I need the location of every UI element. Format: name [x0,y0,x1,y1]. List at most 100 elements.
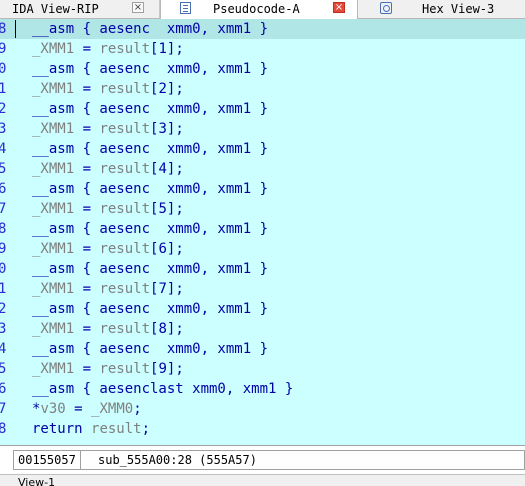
code-variable[interactable]: _XMM1 [32,81,74,97]
code-text: _XMM1 = result[4]; [32,159,184,179]
pseudocode-view[interactable]: 8 __asm { aesenc xmm0, xmm1 } 9 _XMM1 = res… [0,19,525,445]
code-line[interactable]: 9 _XMM1 = result[1]; [0,39,525,59]
code-text: _XMM1 = result[7]; [32,279,184,299]
line-number: 4 [0,141,7,157]
code-variable[interactable]: _XMM1 [32,241,74,257]
code-token: __asm { aesenc xmm0, xmm1 } [32,341,269,357]
line-number: 1 [0,281,7,297]
code-text: __asm { aesenc xmm0, xmm1 } [32,299,268,319]
code-variable[interactable]: _XMM1 [32,321,74,337]
code-token: __asm { aesenclast xmm0, xmm1 } [32,381,294,397]
code-line[interactable]: 6 __asm { aesenclast xmm0, xmm1 } [0,379,525,399]
tab-ida-view-rip[interactable]: IDA View-RIP × [0,0,160,18]
code-variable[interactable]: _XMM1 [32,361,74,377]
code-text: _XMM1 = result[6]; [32,239,184,259]
code-token: __asm { aesenc xmm0, xmm1 } [32,141,269,157]
text-cursor [15,20,16,38]
code-text: _XMM1 = result[2]; [32,79,184,99]
code-line[interactable]: 9 _XMM1 = result[6]; [0,239,525,259]
line-number: 7 [0,401,7,417]
code-variable[interactable]: result [99,321,150,337]
line-number: 1 [0,81,7,97]
line-number: 8 [0,421,7,437]
code-line[interactable]: 6 __asm { aesenc xmm0, xmm1 } [0,179,525,199]
code-token: [5]; [150,201,184,217]
code-variable[interactable]: result [99,81,150,97]
code-variable[interactable]: _XMM1 [32,281,74,297]
code-token: ; [133,401,142,417]
code-token: = [74,41,100,57]
close-icon[interactable]: × [333,2,345,13]
code-text: _XMM1 = result[9]; [32,359,184,379]
code-variable[interactable]: result [99,201,150,217]
line-number: 2 [0,101,7,117]
tab-label: Pseudocode-A [213,2,300,16]
hex-view-icon [380,2,392,14]
code-variable[interactable]: result [99,161,150,177]
tab-hex-view[interactable]: Hex View-3 [358,0,525,18]
code-token: __asm { aesenc xmm0, xmm1 } [32,101,269,117]
line-number: 8 [0,221,7,237]
code-variable[interactable]: _XMM1 [32,161,74,177]
code-variable[interactable]: _XMM1 [32,121,74,137]
code-variable[interactable]: result [99,281,150,297]
code-line[interactable]: 7 _XMM1 = result[5]; [0,199,525,219]
code-line[interactable]: 5 _XMM1 = result[4]; [0,159,525,179]
line-number: 0 [0,61,7,77]
code-line[interactable]: 2 __asm { aesenc xmm0, xmm1 } [0,99,525,119]
code-line[interactable]: 5 _XMM1 = result[9]; [0,359,525,379]
line-number: 6 [0,381,7,397]
code-token: [1]; [150,41,184,57]
code-text: _XMM1 = result[3]; [32,119,184,139]
tab-pseudocode-a[interactable]: Pseudocode-A × [160,0,358,19]
code-token: = [74,361,100,377]
code-line[interactable]: 3 _XMM1 = result[3]; [0,119,525,139]
status-panel: 00155057 sub_555A00:28 (555A57) [13,450,525,470]
code-line[interactable]: 0 __asm { aesenc xmm0, xmm1 } [0,59,525,79]
code-line[interactable]: 8 __asm { aesenc xmm0, xmm1 } [0,219,525,239]
code-line[interactable]: 1 _XMM1 = result[7]; [0,279,525,299]
code-variable[interactable]: result [99,361,150,377]
status-location: sub_555A00:28 (555A57) [98,453,257,467]
code-token: __asm { aesenc xmm0, xmm1 } [32,221,269,237]
code-variable[interactable]: result [91,421,142,437]
code-line[interactable]: 4 __asm { aesenc xmm0, xmm1 } [0,139,525,159]
code-variable[interactable]: v30 [40,401,65,417]
code-token: = [65,401,92,417]
line-number: 7 [0,201,7,217]
code-variable[interactable]: _XMM0 [91,401,133,417]
code-token: [2]; [150,81,184,97]
code-token: = [74,241,100,257]
line-number: 9 [0,41,7,57]
code-line[interactable]: 3 _XMM1 = result[8]; [0,319,525,339]
line-number: 3 [0,121,7,137]
code-variable[interactable]: result [99,41,150,57]
code-variable[interactable]: _XMM1 [32,201,74,217]
line-number: 2 [0,301,7,317]
code-line[interactable]: 2 __asm { aesenc xmm0, xmm1 } [0,299,525,319]
code-variable[interactable]: result [99,241,150,257]
bottom-tab[interactable]: View-1 [0,474,525,486]
code-token: = [74,321,100,337]
code-token: = [74,281,100,297]
code-text: _XMM1 = result[1]; [32,39,184,59]
code-line[interactable]: 1 _XMM1 = result[2]; [0,79,525,99]
code-token: [4]; [150,161,184,177]
code-line[interactable]: 4 __asm { aesenc xmm0, xmm1 } [0,339,525,359]
close-icon[interactable]: × [132,2,144,13]
status-address: 00155057 [14,451,81,469]
code-text: __asm { aesenc xmm0, xmm1 } [32,179,268,199]
code-line[interactable]: 0 __asm { aesenc xmm0, xmm1 } [0,259,525,279]
line-number: 6 [0,181,7,197]
code-text: __asm { aesenc xmm0, xmm1 } [32,259,268,279]
code-variable[interactable]: _XMM1 [32,41,74,57]
line-number: 8 [0,21,7,37]
code-line[interactable]: 7 *v30 = _XMM0; [0,399,525,419]
code-variable[interactable]: result [99,121,150,137]
code-token: __asm { aesenc xmm0, xmm1 } [32,21,269,37]
code-line[interactable]: 8 __asm { aesenc xmm0, xmm1 } [0,19,525,39]
code-token: [8]; [150,321,184,337]
code-line[interactable]: 8 return result; [0,419,525,439]
code-text: __asm { aesenc xmm0, xmm1 } [32,99,268,119]
code-text: _XMM1 = result[8]; [32,319,184,339]
